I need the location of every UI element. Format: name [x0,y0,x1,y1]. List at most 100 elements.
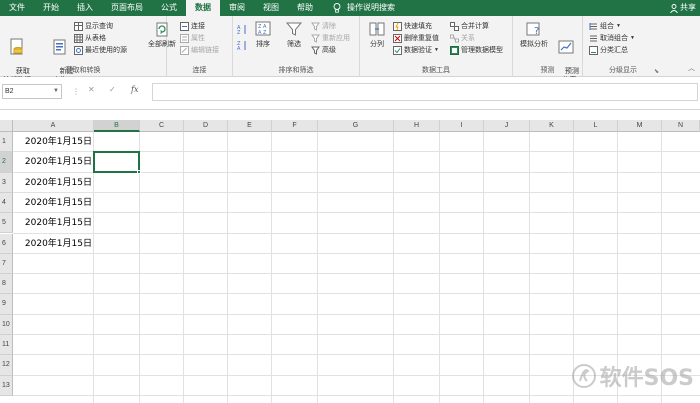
ungroup-button[interactable]: 取消组合 ▼ [589,33,635,44]
column-header-a[interactable]: A [13,120,94,132]
cell-a5[interactable]: 2020年1月15日 [13,213,94,233]
sort-button[interactable]: ZAAZ 排序 [252,20,274,49]
enter-icon[interactable]: ✓ [109,85,116,94]
connections-button[interactable]: 连接 [180,21,205,32]
svg-text:Z: Z [237,30,241,35]
row-header-5[interactable]: 5 [0,213,13,234]
filter-button[interactable]: 筛选 [283,20,305,49]
what-if-label: 模拟分析 [520,41,548,48]
relationships-button[interactable]: 关系 [450,33,475,44]
reapply-button[interactable]: 重新应用 [311,33,350,44]
tab-file[interactable]: 文件 [0,0,34,16]
column-header-d[interactable]: D [184,120,228,132]
insert-function-icon[interactable]: fx [131,85,138,94]
svg-text:?: ? [534,26,539,37]
recent-sources-icon [74,46,83,55]
column-header-f[interactable]: F [272,120,318,132]
from-table-button[interactable]: 从表格 [74,33,106,44]
manage-data-model-button[interactable]: 管理数据模型 [450,45,503,56]
dialog-launcher-icon[interactable]: ⬊ [654,68,659,75]
cell-a2[interactable]: 2020年1月15日 [13,152,94,172]
column-header-c[interactable]: C [140,120,184,132]
tab-help[interactable]: 帮助 [288,0,322,16]
formula-input[interactable] [152,83,698,101]
column-header-h[interactable]: H [394,120,440,132]
watermark-text: 软件SOS [599,366,694,391]
column-header-g[interactable]: G [318,120,394,132]
name-box[interactable]: B2 ▼ [2,84,62,99]
row-header-1[interactable]: 1 [0,132,13,153]
share-button[interactable]: 共享 [670,0,696,16]
column-header-b[interactable]: B [94,120,140,132]
row-gridline [13,354,700,356]
column-header-k[interactable]: K [530,120,574,132]
tab-page-layout[interactable]: 页面布局 [102,0,152,16]
column-header-e[interactable]: E [228,120,272,132]
tab-data[interactable]: 数据 [186,0,220,16]
row-header-8[interactable]: 8 [0,274,13,295]
formula-bar-grip-icon[interactable]: ⋮ [72,86,80,98]
row-header-7[interactable]: 7 [0,253,13,275]
chevron-down-icon[interactable]: ▼ [53,85,59,98]
cell-a1[interactable]: 2020年1月15日 [13,132,94,152]
flash-fill-button[interactable]: 快速填充 [393,21,432,32]
what-if-analysis-button[interactable]: ? 模拟分析 [517,20,551,49]
consolidate-button[interactable]: 合并计算 [450,21,489,32]
column-header-j[interactable]: J [484,120,530,132]
tab-review[interactable]: 审阅 [220,0,254,16]
sort-az-icon: AZ [237,25,246,35]
show-queries-button[interactable]: 显示查询 [74,21,113,32]
row-header-4[interactable]: 4 [0,192,13,214]
consolidate-icon [450,22,459,31]
subtotal-button[interactable]: 分类汇总 [589,45,628,56]
tab-insert[interactable]: 插入 [68,0,102,16]
remove-duplicates-button[interactable]: 删除重复值 [393,33,439,44]
group-button[interactable]: 组合 ▼ [589,21,621,32]
advanced-filter-button[interactable]: 高级 [311,45,336,56]
properties-button[interactable]: 属性 [180,33,205,44]
connections-label: 连接 [191,23,205,30]
collapse-ribbon-icon[interactable]: ︿ [688,63,695,73]
sort-ascending-button[interactable]: AZ [237,24,249,35]
column-header-m[interactable]: M [618,120,662,132]
data-validation-button[interactable]: 数据验证 ▼ [393,45,439,56]
column-gridline [393,132,394,403]
tab-formulas[interactable]: 公式 [152,0,186,16]
row-header-10[interactable]: 10 [0,314,13,335]
clear-filter-button[interactable]: 清除 [311,21,336,32]
row-header-11[interactable]: 11 [0,335,13,356]
row-header-9[interactable]: 9 [0,294,13,315]
column-header-l[interactable]: L [574,120,618,132]
text-to-columns-button[interactable]: 分列 [366,20,388,49]
tell-me-search[interactable]: 操作说明搜索 [324,0,404,16]
column-header-i[interactable]: I [440,120,484,132]
row-header-12[interactable]: 12 [0,355,13,376]
sort-descending-button[interactable]: ZA [237,40,249,51]
recent-sources-button[interactable]: 最近使用的源 [74,45,127,56]
fill-handle[interactable] [137,169,141,174]
row-header-2[interactable]: 2 [0,152,13,173]
select-all-corner[interactable] [0,120,13,132]
row-header-13[interactable]: 13 [0,375,13,396]
text-to-columns-icon [369,22,385,36]
cell-a4[interactable]: 2020年1月15日 [13,193,94,213]
tab-view[interactable]: 视图 [254,0,288,16]
column-header-n[interactable]: N [662,120,700,132]
properties-icon [180,34,189,43]
active-cell-b2[interactable] [93,151,140,173]
cancel-icon[interactable]: ✕ [88,85,95,94]
refresh-all-button[interactable]: 全部刷新 [143,20,181,49]
cell-a3[interactable]: 2020年1月15日 [13,173,94,193]
row-gridline [13,191,700,193]
show-queries-label: 显示查询 [85,23,113,30]
group-label-sort-filter: 排序和筛选 [278,67,314,74]
share-label: 共享 [680,3,696,12]
tab-home[interactable]: 开始 [34,0,68,16]
edit-links-button[interactable]: 编辑链接 [180,45,219,56]
tell-me-label: 操作说明搜索 [347,3,395,12]
cell-a6[interactable]: 2020年1月15日 [13,234,94,254]
row-header-6[interactable]: 6 [0,233,13,254]
row-header-3[interactable]: 3 [0,172,13,193]
group-get-transform: 获取 外部数据 新建 查询 显示查询 从表格 最近使用的源 获取和转换 [0,16,167,84]
sort-dialog-icon: Z AA Z [255,21,271,36]
